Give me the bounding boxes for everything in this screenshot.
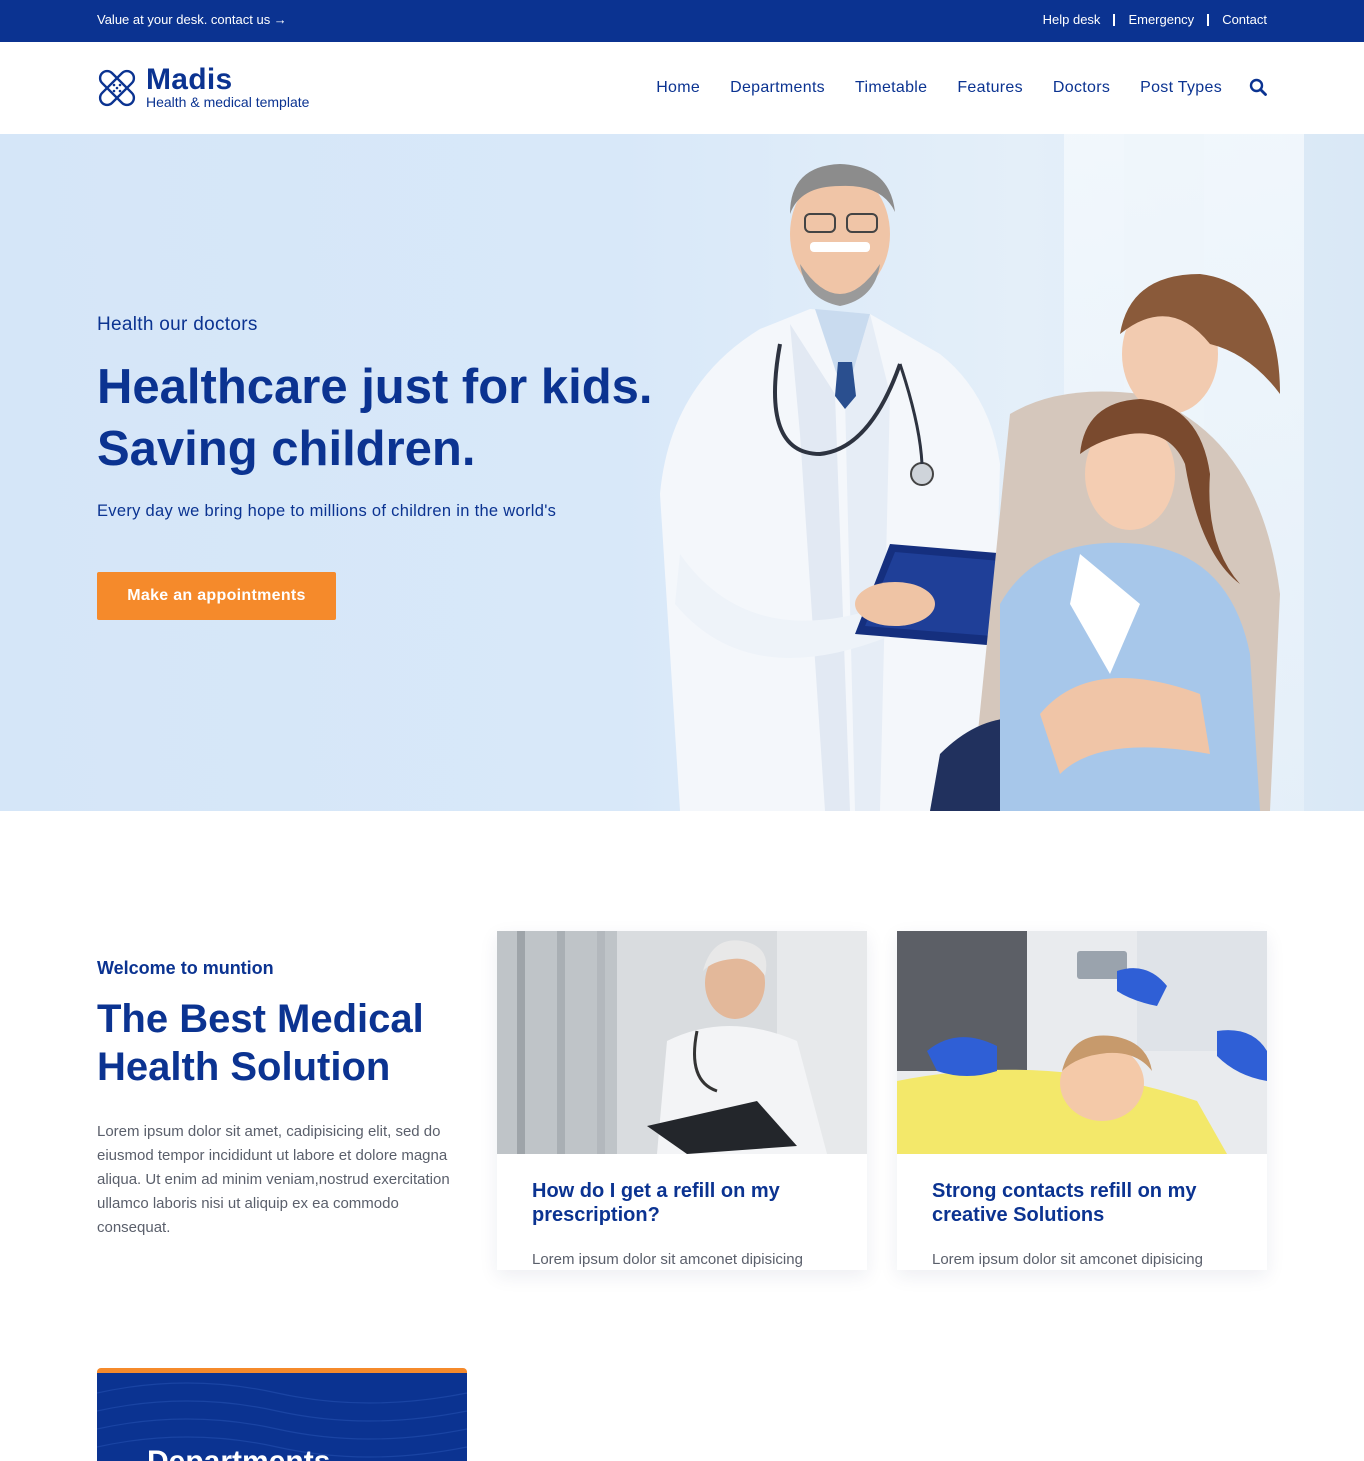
make-appointment-button[interactable]: Make an appointments: [97, 572, 336, 620]
top-bar: Value at your desk. contact us → Help de…: [0, 0, 1364, 42]
help-desk-link[interactable]: Help desk: [1043, 12, 1101, 27]
nav-item-timetable[interactable]: Timetable: [855, 79, 927, 97]
welcome-eyebrow: Welcome to muntion: [97, 958, 274, 978]
departments-title: Departments: [147, 1445, 330, 1461]
dental-patient-image: [897, 931, 1267, 1154]
nav-item-home[interactable]: Home: [656, 79, 700, 97]
nav-item-doctors[interactable]: Doctors: [1053, 79, 1110, 97]
search-icon[interactable]: [1249, 78, 1267, 96]
topbar-links: Help desk Emergency Contact: [1043, 12, 1267, 27]
card-title[interactable]: How do I get a refill on my prescription…: [532, 1179, 832, 1227]
bandage-icon: [98, 69, 136, 107]
card-excerpt: Lorem ipsum dolor sit amconet dipisicing: [932, 1251, 1203, 1268]
nav-item-features[interactable]: Features: [957, 79, 1023, 97]
contact-link[interactable]: Contact: [1222, 12, 1267, 27]
hero-title-line: Saving children.: [97, 422, 476, 476]
divider: [1207, 13, 1210, 26]
departments-box: Departments: [97, 1368, 467, 1461]
hero-eyebrow: Health our doctors: [97, 314, 258, 335]
brand-tagline: Health & medical template: [146, 94, 310, 110]
welcome-body: Lorem ipsum dolor sit amet, cadipisicing…: [97, 1123, 450, 1236]
logo[interactable]: Madis Health & medical template: [97, 63, 310, 111]
article-card[interactable]: How do I get a refill on my prescription…: [497, 931, 867, 1270]
welcome-title: The Best Medical Health Solution: [97, 997, 424, 1089]
card-excerpt: Lorem ipsum dolor sit amconet dipisicing: [532, 1251, 803, 1268]
divider: [1113, 13, 1116, 26]
nav-item-post-types[interactable]: Post Types: [1140, 79, 1222, 97]
brand-name: Madis: [146, 63, 233, 96]
contact-us-link[interactable]: Value at your desk. contact us →: [97, 12, 287, 27]
article-card[interactable]: Strong contacts refill on my creative So…: [897, 931, 1267, 1270]
doctor-reading-image: [497, 931, 867, 1154]
hero-section: Health our doctors Healthcare just for k…: [0, 134, 1364, 811]
hero-title-line: Healthcare just for kids.: [97, 360, 653, 414]
site-header: Madis Health & medical template Home Dep…: [0, 42, 1364, 134]
hero-subtitle: Every day we bring hope to millions of c…: [97, 502, 557, 520]
emergency-link[interactable]: Emergency: [1128, 12, 1194, 27]
nav-item-departments[interactable]: Departments: [730, 79, 825, 97]
main-nav: Home Departments Timetable Features Doct…: [626, 79, 1222, 97]
logo-text: Madis Health & medical template: [146, 63, 310, 111]
topbar-message: Value at your desk. contact us →: [97, 12, 287, 27]
hero-title: Healthcare just for kids. Saving childre…: [97, 356, 737, 480]
doctor-family-illustration: [660, 164, 1280, 811]
card-title[interactable]: Strong contacts refill on my creative So…: [932, 1179, 1232, 1227]
